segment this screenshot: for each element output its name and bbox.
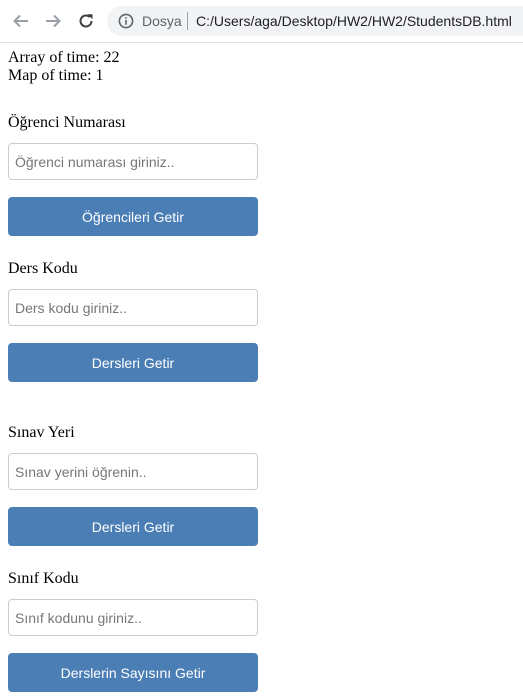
exam-location-input[interactable] bbox=[8, 453, 258, 490]
course-code-label: Ders Kodu bbox=[8, 260, 78, 277]
class-code-input[interactable] bbox=[8, 599, 258, 636]
back-arrow-icon[interactable] bbox=[10, 10, 32, 32]
info-icon[interactable] bbox=[118, 13, 134, 29]
reload-icon[interactable] bbox=[75, 10, 97, 32]
class-code-label: Sınıf Kodu bbox=[8, 570, 79, 587]
get-course-count-button[interactable]: Derslerin Sayısını Getir bbox=[8, 653, 258, 692]
course-code-input[interactable] bbox=[8, 289, 258, 326]
array-time-text: Array of time: 22 bbox=[8, 49, 120, 66]
url-text[interactable]: C:/Users/aga/Desktop/HW2/HW2/StudentsDB.… bbox=[196, 13, 512, 29]
address-bar[interactable]: Dosya C:/Users/aga/Desktop/HW2/HW2/Stude… bbox=[107, 6, 523, 36]
exam-location-label: Sınav Yeri bbox=[8, 424, 75, 441]
get-exam-courses-button[interactable]: Dersleri Getir bbox=[8, 507, 258, 546]
forward-arrow-icon[interactable] bbox=[42, 10, 64, 32]
address-separator bbox=[187, 12, 188, 30]
student-number-label: Öğrenci Numarası bbox=[8, 114, 126, 131]
browser-toolbar: Dosya C:/Users/aga/Desktop/HW2/HW2/Stude… bbox=[0, 0, 523, 43]
get-courses-button[interactable]: Dersleri Getir bbox=[8, 343, 258, 382]
get-students-button[interactable]: Öğrencileri Getir bbox=[8, 197, 258, 236]
student-number-input[interactable] bbox=[8, 143, 258, 180]
map-time-text: Map of time: 1 bbox=[8, 67, 104, 84]
url-scheme-label: Dosya bbox=[142, 13, 182, 29]
